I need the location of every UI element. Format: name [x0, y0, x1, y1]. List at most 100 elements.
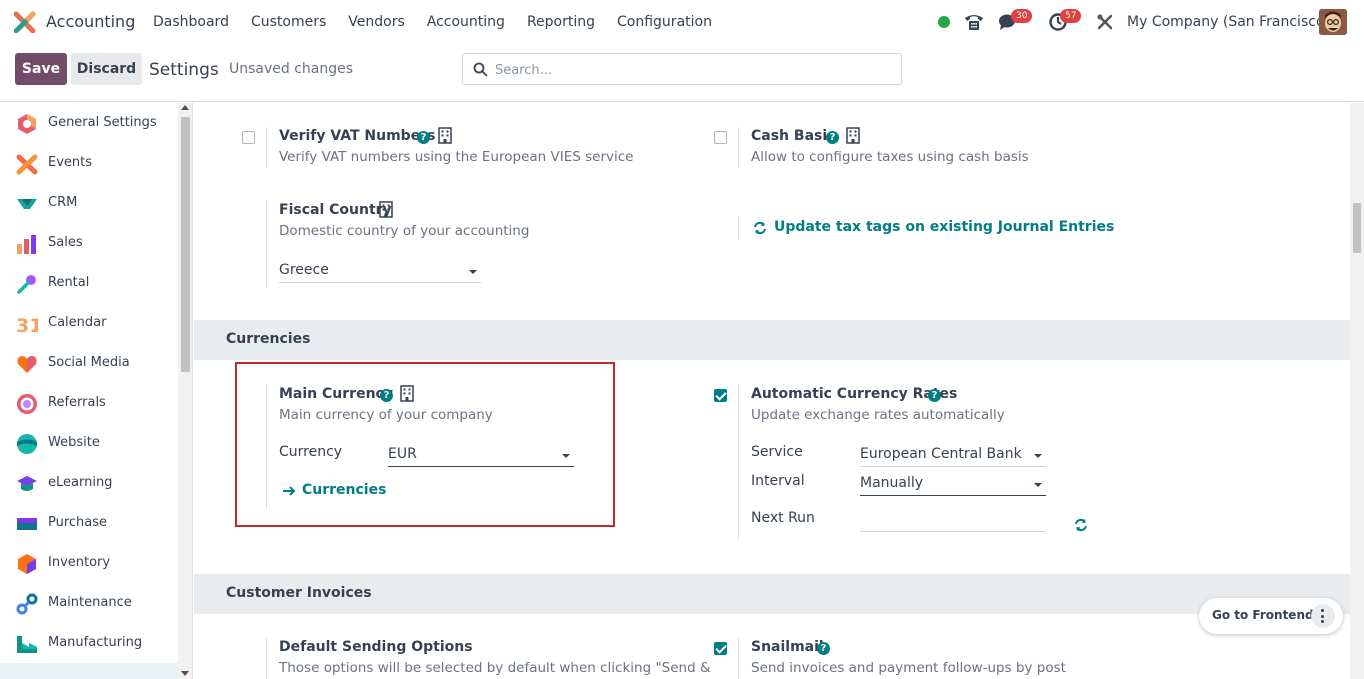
verify-vat-description: Verify VAT numbers using the European VI…: [279, 149, 634, 165]
menu-dashboard[interactable]: Dashboard: [153, 14, 229, 30]
divider: [738, 638, 739, 679]
sidebar-item-website[interactable]: Website: [0, 423, 178, 463]
sidebar-item-calendar[interactable]: 31 Calendar: [0, 303, 178, 343]
sidebar-item-sales[interactable]: Sales: [0, 223, 178, 263]
search-input[interactable]: [495, 60, 885, 80]
search-box[interactable]: [462, 53, 902, 85]
website-icon: [17, 434, 37, 454]
sidebar-item-elearning[interactable]: eLearning: [0, 463, 178, 503]
help-icon[interactable]: ?: [826, 131, 839, 144]
go-to-frontend-label: Go to Frontend: [1212, 608, 1314, 622]
help-icon[interactable]: ?: [928, 389, 941, 402]
unsaved-status: Unsaved changes: [229, 61, 354, 77]
activity-badge: 57: [1060, 9, 1082, 23]
purchase-icon: [17, 518, 37, 530]
interval-select[interactable]: Manually: [860, 474, 1046, 496]
company-building-icon: [438, 127, 452, 144]
automatic-rates-checkbox[interactable]: [714, 389, 727, 402]
default-sending-title: Default Sending Options: [279, 639, 473, 655]
crm-icon: [17, 199, 37, 209]
company-switcher[interactable]: My Company (San Francisco): [1127, 14, 1330, 30]
discard-button[interactable]: Discard: [71, 53, 142, 85]
sidebar-item-accounting-partial[interactable]: [0, 663, 178, 679]
sidebar-item-label: Manufacturing: [48, 635, 143, 650]
rental-icon: [17, 275, 36, 294]
update-tax-tags-link[interactable]: Update tax tags on existing Journal Entr…: [774, 219, 1114, 235]
help-icon[interactable]: ?: [417, 131, 430, 144]
interval-field-label: Interval: [751, 473, 805, 489]
cash-basis-checkbox[interactable]: [714, 131, 727, 144]
chevron-down-icon: [1034, 483, 1042, 487]
refresh-rates-icon[interactable]: [1074, 518, 1088, 532]
snailmail-description: Send invoices and payment follow-ups by …: [751, 660, 1066, 676]
sidebar-item-inventory[interactable]: Inventory: [0, 543, 178, 583]
sidebar-scrollbar[interactable]: [178, 103, 192, 679]
sidebar-item-manufacturing[interactable]: Manufacturing: [0, 623, 178, 663]
highlight-box: [235, 362, 615, 527]
fiscal-country-select[interactable]: Greece: [279, 261, 481, 283]
default-sending-description: Those options will be selected by defaul…: [279, 660, 711, 676]
automatic-rates-title: Automatic Currency Rates: [751, 386, 958, 402]
menu-configuration[interactable]: Configuration: [617, 14, 712, 30]
service-field-label: Service: [751, 444, 803, 460]
main-menu: Dashboard Customers Vendors Accounting R…: [153, 14, 734, 30]
sidebar-item-label: General Settings: [48, 115, 157, 130]
content-scrollbar[interactable]: [1350, 103, 1364, 679]
menu-reporting[interactable]: Reporting: [527, 14, 595, 30]
service-select[interactable]: European Central Bank: [860, 445, 1046, 467]
referrals-icon: [17, 394, 37, 414]
verify-vat-title: Verify VAT Numbers: [279, 128, 436, 144]
divider: [266, 201, 267, 287]
cash-basis-title: Cash Basis: [751, 128, 836, 144]
section-title: Customer Invoices: [226, 585, 372, 601]
sidebar-item-label: Sales: [48, 235, 83, 250]
chevron-down-icon: [469, 270, 477, 274]
sidebar-item-general-settings[interactable]: General Settings: [0, 103, 178, 143]
sidebar-item-maintenance[interactable]: Maintenance: [0, 583, 178, 623]
scroll-down-arrow-icon[interactable]: [181, 671, 189, 676]
save-button[interactable]: Save: [15, 53, 67, 85]
snailmail-checkbox[interactable]: [714, 642, 727, 655]
section-title: Currencies: [226, 331, 311, 347]
sidebar-item-label: Events: [48, 155, 93, 170]
automatic-rates-description: Update exchange rates automatically: [751, 407, 1005, 423]
elearning-icon: [17, 476, 37, 491]
scroll-up-arrow-icon[interactable]: [181, 105, 189, 110]
verify-vat-checkbox[interactable]: [242, 131, 255, 144]
menu-customers[interactable]: Customers: [251, 14, 326, 30]
maintenance-icon: [16, 593, 38, 615]
social-media-icon: [17, 356, 37, 373]
help-icon[interactable]: ?: [817, 642, 830, 655]
sidebar-item-purchase[interactable]: Purchase: [0, 503, 178, 543]
sidebar-scroll-thumb[interactable]: [181, 117, 190, 372]
user-avatar-icon: [1319, 9, 1347, 35]
sidebar-item-social-media[interactable]: Social Media: [0, 343, 178, 383]
sidebar-item-referrals[interactable]: Referrals: [0, 383, 178, 423]
next-run-field[interactable]: [860, 510, 1046, 532]
snailmail-title: Snailmail: [751, 639, 824, 655]
chevron-down-icon: [1034, 454, 1042, 458]
menu-accounting[interactable]: Accounting: [427, 14, 505, 30]
go-to-frontend-button[interactable]: Go to Frontend: [1199, 598, 1343, 634]
inventory-icon: [18, 554, 36, 574]
sidebar-item-label: Referrals: [48, 395, 106, 410]
menu-vendors[interactable]: Vendors: [348, 14, 404, 30]
sidebar-item-rental[interactable]: Rental: [0, 263, 178, 303]
content-scroll-thumb[interactable]: [1353, 203, 1361, 253]
more-options-icon[interactable]: [1311, 604, 1335, 628]
control-panel: Save Discard Settings Unsaved changes: [0, 44, 1364, 102]
sidebar-item-label: Social Media: [48, 355, 130, 370]
general-settings-icon: [18, 114, 36, 134]
divider: [738, 385, 739, 540]
sidebar-item-crm[interactable]: CRM: [0, 183, 178, 223]
accounting-app-icon[interactable]: [14, 11, 36, 33]
fiscal-country-value: Greece: [279, 262, 329, 278]
divider: [266, 638, 267, 679]
user-avatar[interactable]: [1319, 9, 1347, 35]
app-name[interactable]: Accounting: [46, 12, 135, 31]
calendar-icon: 31: [16, 315, 38, 335]
phone-icon[interactable]: [963, 12, 985, 32]
sidebar-item-events[interactable]: Events: [0, 143, 178, 183]
debug-tools-icon[interactable]: [1096, 13, 1114, 31]
cash-basis-description: Allow to configure taxes using cash basi…: [751, 149, 1029, 165]
